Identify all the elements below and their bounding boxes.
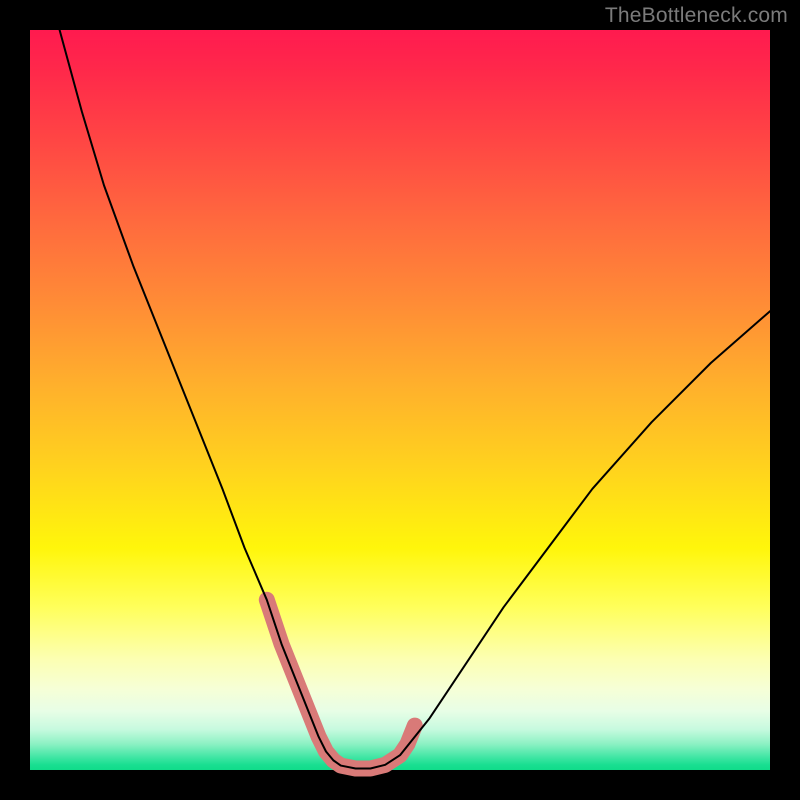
highlight-band-path	[267, 600, 415, 769]
watermark-text: TheBottleneck.com	[605, 4, 788, 28]
plot-area	[30, 30, 770, 770]
bottleneck-curve-path	[60, 30, 770, 769]
chart-stage: TheBottleneck.com	[0, 0, 800, 800]
chart-svg	[30, 30, 770, 770]
